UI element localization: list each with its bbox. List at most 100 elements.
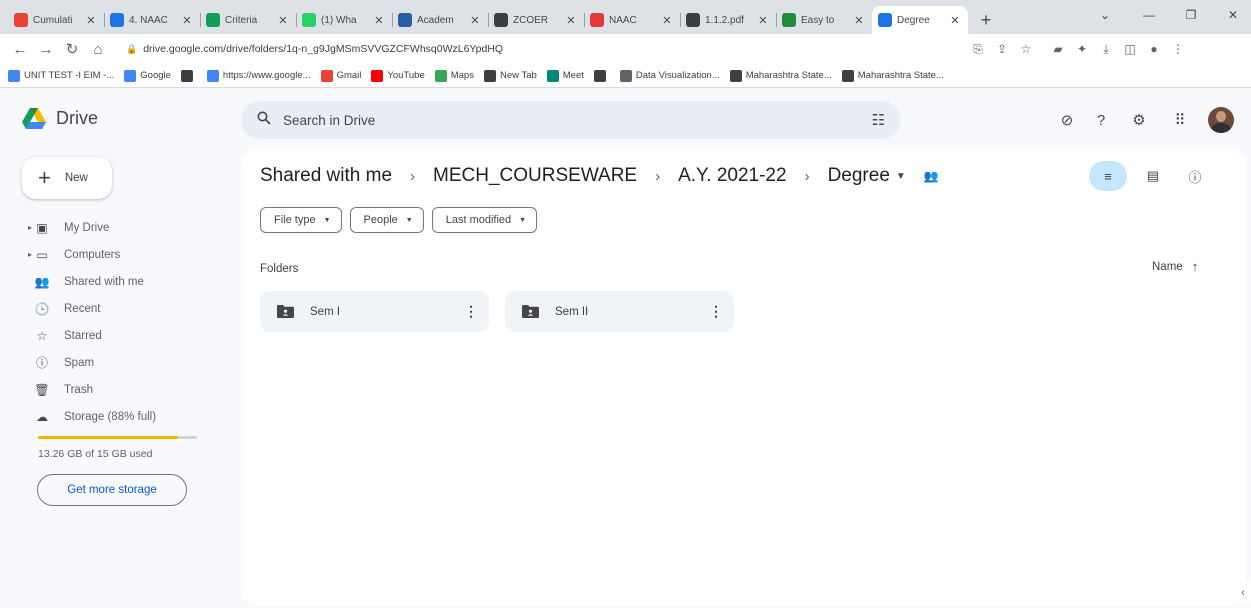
close-tab-icon[interactable]: ✕ bbox=[468, 14, 482, 27]
reload-icon[interactable]: ↻ bbox=[60, 37, 84, 61]
app-name: Drive bbox=[56, 108, 99, 128]
bookmark-item[interactable]: Meet bbox=[546, 69, 584, 82]
restore-icon[interactable]: ❐ bbox=[1176, 4, 1206, 26]
bookmark-star-icon[interactable]: ☆ bbox=[1014, 37, 1038, 61]
folder-menu-caret-icon[interactable]: ▼ bbox=[896, 171, 906, 182]
close-tab-icon[interactable]: ✕ bbox=[276, 14, 290, 27]
tab-title: Degree bbox=[897, 14, 930, 26]
new-tab-icon[interactable]: + bbox=[974, 6, 998, 34]
filter-chip[interactable]: People ▼ bbox=[349, 207, 424, 233]
folder-card[interactable]: Sem I ⋮ bbox=[260, 291, 489, 332]
plus-icon: + bbox=[38, 165, 51, 190]
close-tab-icon[interactable]: ✕ bbox=[84, 14, 98, 27]
download-icon[interactable]: ⤓ bbox=[1094, 37, 1118, 61]
share-icon[interactable]: ⇪ bbox=[990, 37, 1014, 61]
offline-status-icon[interactable]: ⊘ bbox=[1055, 108, 1079, 132]
tab-search-icon[interactable]: ⌄ bbox=[1090, 4, 1120, 26]
home-icon[interactable]: ⌂ bbox=[86, 37, 110, 61]
folder-card[interactable]: Sem II ⋮ bbox=[505, 291, 734, 332]
bookmark-item[interactable]: Maps bbox=[434, 69, 474, 82]
bookmark-item[interactable]: Maharashtra State... bbox=[729, 69, 832, 82]
browser-tab[interactable]: Academ ✕ bbox=[392, 6, 488, 34]
bookmark-item[interactable]: https://www.google... bbox=[206, 69, 311, 82]
extension-icon[interactable]: ▰ bbox=[1046, 37, 1070, 61]
settings-gear-icon[interactable]: ⚙ bbox=[1127, 108, 1151, 132]
search-placeholder: Search in Drive bbox=[283, 112, 376, 128]
filter-icon[interactable]: ≡ bbox=[1089, 161, 1127, 191]
forward-icon[interactable]: → bbox=[34, 37, 58, 61]
bookmark-label: Data Visualization... bbox=[635, 70, 720, 81]
bookmark-item[interactable]: UNIT TEST -I EIM -... bbox=[8, 69, 114, 82]
sidebar-item-recent[interactable]: 🕓 Recent bbox=[0, 295, 240, 322]
search-options-icon[interactable]: ☷ bbox=[872, 111, 885, 129]
close-tab-icon[interactable]: ✕ bbox=[756, 14, 770, 27]
details-info-icon[interactable]: ⓘ bbox=[1176, 161, 1214, 191]
close-tab-icon[interactable]: ✕ bbox=[564, 14, 578, 27]
list-view-icon[interactable]: ▤ bbox=[1134, 161, 1172, 191]
bookmark-label: Google bbox=[140, 70, 171, 81]
bookmark-item[interactable]: Gmail bbox=[320, 69, 361, 82]
back-icon[interactable]: ← bbox=[8, 37, 32, 61]
filter-chip[interactable]: File type ▼ bbox=[260, 207, 342, 233]
close-tab-icon[interactable]: ✕ bbox=[948, 14, 962, 27]
sidebar-item-shared-with-me[interactable]: 👥 Shared with me bbox=[0, 268, 240, 295]
browser-tab[interactable]: NAAC ✕ bbox=[584, 6, 680, 34]
bookmark-item[interactable]: Data Visualization... bbox=[619, 69, 720, 82]
apps-grid-icon[interactable]: ⠿ bbox=[1168, 108, 1192, 132]
install-icon[interactable]: ⎘ bbox=[966, 37, 990, 61]
sidebar-item-spam[interactable]: ⓘ Spam bbox=[0, 349, 240, 376]
browser-tab[interactable]: Cumulati ✕ bbox=[8, 6, 104, 34]
puzzle-icon[interactable]: ✦ bbox=[1070, 37, 1094, 61]
search-icon[interactable] bbox=[257, 111, 271, 129]
more-options-icon[interactable]: ⋮ bbox=[461, 303, 481, 320]
close-tab-icon[interactable]: ✕ bbox=[852, 14, 866, 27]
gmail-icon bbox=[14, 13, 28, 27]
sort-button[interactable]: Name ↑ bbox=[1152, 259, 1198, 274]
avatar[interactable] bbox=[1208, 107, 1234, 133]
more-options-icon[interactable]: ⋮ bbox=[706, 303, 726, 320]
filter-chip[interactable]: Last modified ▼ bbox=[431, 207, 538, 233]
close-tab-icon[interactable]: ✕ bbox=[372, 14, 386, 27]
get-more-storage-button[interactable]: Get more storage bbox=[37, 474, 187, 506]
minimize-icon[interactable]: — bbox=[1134, 4, 1164, 26]
breadcrumb-item[interactable]: Shared with me bbox=[260, 165, 392, 187]
browser-tab[interactable]: 4. NAAC ✕ bbox=[104, 6, 200, 34]
section-title: Folders bbox=[260, 263, 299, 275]
browser-tab[interactable]: (1) Wha ✕ bbox=[296, 6, 392, 34]
bookmark-item[interactable] bbox=[180, 69, 197, 82]
close-tab-icon[interactable]: ✕ bbox=[180, 14, 194, 27]
expand-caret-icon[interactable]: ▸ bbox=[28, 223, 32, 232]
sidebar-item-starred[interactable]: ☆ Starred bbox=[0, 322, 240, 349]
bookmark-item[interactable]: YouTube bbox=[371, 69, 425, 82]
search-input[interactable]: Search in Drive ☷ bbox=[241, 101, 901, 139]
browser-tab[interactable]: Easy to ✕ bbox=[776, 6, 872, 34]
sidebar-item-computers[interactable]: ▸ ▭ Computers bbox=[0, 241, 240, 268]
bookmark-item[interactable]: Google bbox=[124, 69, 171, 82]
expand-caret-icon[interactable]: ▸ bbox=[28, 250, 32, 259]
breadcrumb-item[interactable]: Degree bbox=[828, 165, 890, 187]
bookmark-item[interactable] bbox=[593, 69, 610, 82]
sidebar-item-my-drive[interactable]: ▸ ▣ My Drive bbox=[0, 214, 240, 241]
sidebar-item-trash[interactable]: 🗑 Trash bbox=[0, 376, 240, 403]
menu-icon[interactable]: ⋮ bbox=[1166, 37, 1190, 61]
browser-tab[interactable]: ZCOER ✕ bbox=[488, 6, 584, 34]
browser-tab[interactable]: 1.1.2.pdf ✕ bbox=[680, 6, 776, 34]
new-button[interactable]: + New bbox=[22, 157, 112, 199]
drive-logo[interactable]: Drive bbox=[22, 108, 98, 129]
bookmark-item[interactable]: New Tab bbox=[483, 69, 537, 82]
side-panel-icon[interactable]: ◫ bbox=[1118, 37, 1142, 61]
breadcrumb-item[interactable]: MECH_COURSEWARE bbox=[433, 165, 637, 187]
profile-icon[interactable]: ● bbox=[1142, 37, 1166, 61]
close-tab-icon[interactable]: ✕ bbox=[660, 14, 674, 27]
bookmark-item[interactable]: Maharashtra State... bbox=[841, 69, 944, 82]
side-panel-toggle-icon[interactable]: ‹ bbox=[1234, 581, 1251, 605]
sort-label: Name bbox=[1152, 260, 1183, 273]
breadcrumb-item[interactable]: A.Y. 2021-22 bbox=[678, 165, 786, 187]
sidebar-item-storage-88-full[interactable]: ☁ Storage (88% full) bbox=[0, 403, 240, 430]
address-bar[interactable]: 🔒 drive.google.com/drive/folders/1q-n_g9… bbox=[118, 37, 960, 61]
help-icon[interactable]: ? bbox=[1089, 108, 1113, 132]
close-window-icon[interactable]: ✕ bbox=[1218, 4, 1248, 26]
google-icon bbox=[8, 69, 20, 82]
browser-tab[interactable]: Criteria ✕ bbox=[200, 6, 296, 34]
browser-tab[interactable]: Degree ✕ bbox=[872, 6, 968, 34]
